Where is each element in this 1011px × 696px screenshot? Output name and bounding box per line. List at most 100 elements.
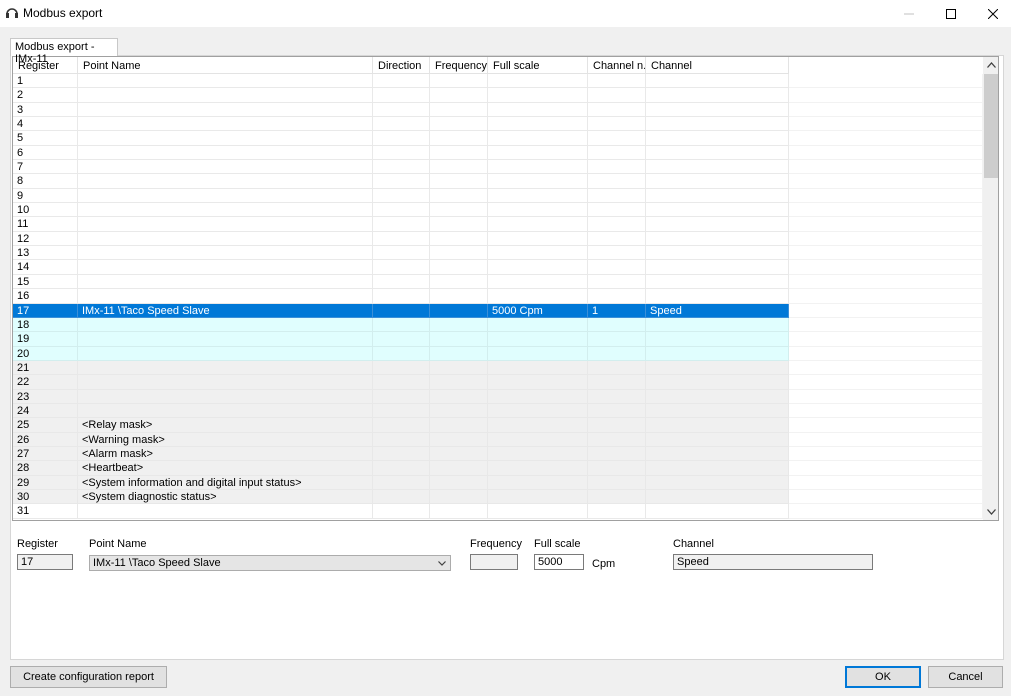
- cell-channel[interactable]: [646, 504, 789, 519]
- register-grid[interactable]: Register Point Name Direction Frequency …: [12, 56, 999, 521]
- cell-full-scale[interactable]: [488, 117, 588, 132]
- cell-direction[interactable]: [373, 246, 430, 261]
- cell-point-name[interactable]: [78, 246, 373, 261]
- cell-channel[interactable]: [646, 332, 789, 347]
- cell-channel[interactable]: [646, 403, 789, 419]
- cell-register[interactable]: 11: [13, 217, 78, 232]
- cell-frequency[interactable]: [430, 418, 488, 433]
- cell-frequency[interactable]: [430, 360, 488, 376]
- cell-channel-number[interactable]: [588, 504, 646, 519]
- cell-register[interactable]: 28: [13, 461, 78, 476]
- cell-full-scale[interactable]: [488, 489, 588, 505]
- cell-filler[interactable]: [789, 260, 983, 275]
- dropdown-arrow[interactable]: [436, 556, 448, 570]
- cell-filler[interactable]: [789, 117, 983, 132]
- cell-channel-number[interactable]: [588, 231, 646, 247]
- cell-channel-number[interactable]: [588, 360, 646, 376]
- cell-channel-number[interactable]: [588, 260, 646, 275]
- cell-channel[interactable]: [646, 203, 789, 218]
- cell-channel[interactable]: [646, 117, 789, 132]
- cell-full-scale[interactable]: [488, 203, 588, 218]
- cell-channel-number[interactable]: [588, 475, 646, 490]
- cell-channel[interactable]: [646, 246, 789, 261]
- cell-point-name[interactable]: [78, 174, 373, 189]
- cell-channel-number[interactable]: [588, 217, 646, 232]
- cell-channel-number[interactable]: [588, 332, 646, 347]
- cell-channel[interactable]: [646, 274, 789, 290]
- cell-point-name[interactable]: [78, 188, 373, 204]
- cell-channel-number[interactable]: [588, 418, 646, 433]
- cell-channel[interactable]: [646, 217, 789, 232]
- cell-channel[interactable]: [646, 432, 789, 447]
- table-row[interactable]: 15: [13, 274, 983, 290]
- cell-channel[interactable]: [646, 289, 789, 304]
- cell-channel[interactable]: [646, 88, 789, 103]
- cell-filler[interactable]: [789, 461, 983, 476]
- cell-channel-number[interactable]: 1: [588, 303, 646, 318]
- cell-point-name[interactable]: [78, 504, 373, 519]
- cell-direction[interactable]: [373, 274, 430, 290]
- cell-channel[interactable]: [646, 160, 789, 175]
- table-row[interactable]: 27 <Alarm mask>: [13, 446, 983, 462]
- cell-direction[interactable]: [373, 303, 430, 318]
- cell-point-name[interactable]: [78, 231, 373, 247]
- cell-full-scale[interactable]: [488, 274, 588, 290]
- cell-register[interactable]: 1: [13, 74, 78, 89]
- cell-register[interactable]: 6: [13, 145, 78, 161]
- cell-register[interactable]: 27: [13, 446, 78, 462]
- cell-point-name[interactable]: [78, 346, 373, 361]
- cell-frequency[interactable]: [430, 260, 488, 275]
- cell-frequency[interactable]: [430, 217, 488, 232]
- cell-register[interactable]: 30: [13, 489, 78, 505]
- cell-channel[interactable]: [646, 317, 789, 333]
- cell-register[interactable]: 22: [13, 375, 78, 390]
- close-button[interactable]: [971, 0, 1011, 27]
- cell-point-name[interactable]: [78, 317, 373, 333]
- cell-channel[interactable]: [646, 360, 789, 376]
- cell-frequency[interactable]: [430, 489, 488, 505]
- cell-full-scale[interactable]: [488, 360, 588, 376]
- cell-frequency[interactable]: [430, 504, 488, 519]
- cell-frequency[interactable]: [430, 346, 488, 361]
- table-row[interactable]: 28 <Heartbeat>: [13, 461, 983, 476]
- cell-direction[interactable]: [373, 231, 430, 247]
- cell-point-name[interactable]: [78, 389, 373, 404]
- cell-frequency[interactable]: [430, 475, 488, 490]
- table-row[interactable]: 3: [13, 102, 983, 118]
- ok-button[interactable]: OK: [845, 666, 921, 688]
- cell-point-name[interactable]: <Warning mask>: [78, 432, 373, 447]
- cell-channel[interactable]: [646, 389, 789, 404]
- cell-filler[interactable]: [789, 217, 983, 232]
- cell-filler[interactable]: [789, 489, 983, 505]
- cell-filler[interactable]: [789, 432, 983, 447]
- cell-frequency[interactable]: [430, 332, 488, 347]
- cell-frequency[interactable]: [430, 303, 488, 318]
- cell-direction[interactable]: [373, 403, 430, 419]
- table-row[interactable]: 16: [13, 289, 983, 304]
- frequency-field[interactable]: [470, 554, 518, 570]
- cell-full-scale[interactable]: [488, 375, 588, 390]
- cell-frequency[interactable]: [430, 289, 488, 304]
- cell-full-scale[interactable]: [488, 289, 588, 304]
- table-row[interactable]: 5: [13, 131, 983, 146]
- cell-full-scale[interactable]: [488, 174, 588, 189]
- cell-register[interactable]: 16: [13, 289, 78, 304]
- cell-frequency[interactable]: [430, 102, 488, 118]
- cell-point-name[interactable]: IMx-11 \Taco Speed Slave: [78, 303, 373, 318]
- table-row[interactable]: 9: [13, 188, 983, 204]
- table-row[interactable]: 2: [13, 88, 983, 103]
- cell-channel[interactable]: [646, 174, 789, 189]
- create-configuration-report-button[interactable]: Create configuration report: [10, 666, 167, 688]
- cell-filler[interactable]: [789, 332, 983, 347]
- table-row[interactable]: 19: [13, 332, 983, 347]
- cell-channel-number[interactable]: [588, 88, 646, 103]
- cell-channel-number[interactable]: [588, 203, 646, 218]
- cell-full-scale[interactable]: [488, 188, 588, 204]
- cell-direction[interactable]: [373, 102, 430, 118]
- cell-full-scale[interactable]: [488, 346, 588, 361]
- table-row[interactable]: 25 <Relay mask>: [13, 418, 983, 433]
- cell-channel-number[interactable]: [588, 289, 646, 304]
- cell-point-name[interactable]: [78, 360, 373, 376]
- cell-channel[interactable]: [646, 131, 789, 146]
- cell-channel[interactable]: [646, 489, 789, 505]
